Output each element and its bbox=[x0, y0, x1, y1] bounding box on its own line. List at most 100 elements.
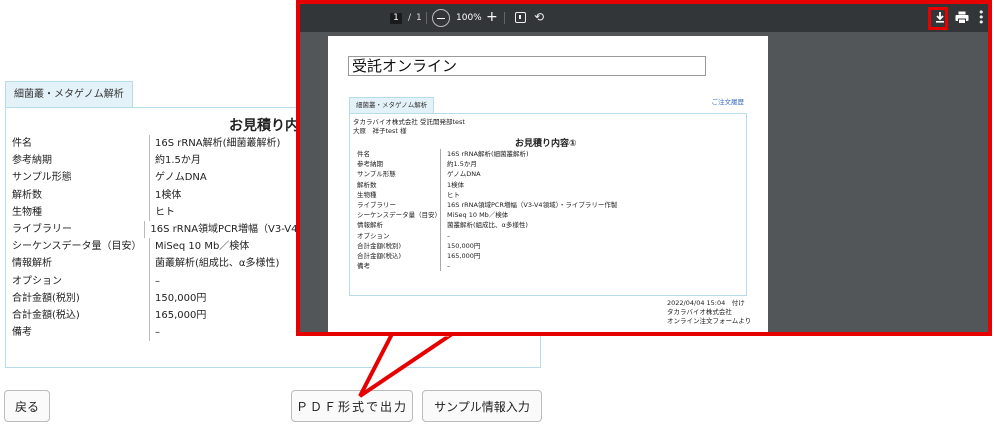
row-label: 合計金額(税込) bbox=[12, 306, 150, 325]
row-value: 150,000円 bbox=[155, 292, 207, 304]
row-label: オプション bbox=[357, 230, 441, 241]
row-value: 16S rRNA領域PCR増幅（V3-V4領 bbox=[150, 223, 302, 235]
row-value: 1検体 bbox=[447, 180, 465, 189]
pdf-toolbar: 1 / 1 100% + ⟲ • • • bbox=[300, 4, 988, 32]
table-row: 合計金額(税込) 165,000円 bbox=[12, 306, 302, 325]
row-label: 件名 bbox=[12, 135, 150, 153]
print-icon[interactable] bbox=[955, 11, 969, 24]
row-label: 合計金額(税別) bbox=[12, 289, 150, 307]
row-value: – bbox=[155, 275, 160, 287]
pdf-page: 受託オンライン ご注文履歴 細菌叢・メタゲノム解析 タカラバイオ株式会社 受託開… bbox=[328, 36, 768, 332]
table-row: シーケンスデータ量（目安） MiSeq 10 Mb／検体 bbox=[357, 210, 727, 221]
table-row: ライブラリー 16S rRNA領域PCR増幅（V3-V4領 bbox=[12, 220, 302, 239]
quote-table: 件名 16S rRNA解析(細菌叢解析) 参考納期 約1.5か月 サンプル形態 ゲノムDN… bbox=[12, 135, 302, 342]
doc-person: 大原 祥子test 様 bbox=[353, 127, 407, 135]
row-value: 1検体 bbox=[155, 189, 182, 201]
doc-quote-table: 件名 16S rRNA解析(細菌叢解析) 参考納期 約1.5か月 サンプル形態 ゲノムDN… bbox=[357, 149, 727, 272]
table-row: 情報解析 菌叢解析(組成比、α多様性) bbox=[12, 255, 302, 273]
toolbar-divider bbox=[504, 12, 505, 24]
tab-metagenome[interactable]: 細菌叢・メタゲノム解析 bbox=[5, 81, 133, 107]
row-label: 件名 bbox=[357, 149, 441, 160]
row-value: 16S rRNA領域PCR増幅（V3-V4領域）・ライブラリー作製 bbox=[447, 200, 618, 209]
fit-page-icon[interactable] bbox=[515, 12, 526, 23]
order-history-link[interactable]: ご注文履歴 bbox=[712, 96, 745, 106]
table-row: 備考 – bbox=[357, 261, 727, 272]
table-row: サンプル形態 ゲノムDNA bbox=[357, 169, 727, 180]
row-value: – bbox=[447, 262, 451, 271]
table-row: 生物種 ヒト bbox=[12, 203, 302, 221]
toolbar-divider bbox=[426, 12, 427, 24]
table-row: サンプル形態 ゲノムDNA bbox=[12, 169, 302, 187]
row-label: 備考 bbox=[12, 324, 150, 342]
row-label: 合計金額(税込) bbox=[357, 250, 441, 262]
row-value: 約1.5か月 bbox=[155, 155, 201, 167]
download-highlight bbox=[928, 7, 948, 30]
doc-title: 受託オンライン bbox=[348, 56, 706, 76]
back-button[interactable]: 戻る bbox=[4, 390, 50, 422]
row-value: 16S rRNA解析(細菌叢解析) bbox=[155, 138, 281, 149]
row-value: ゲノムDNA bbox=[155, 172, 207, 184]
row-label: 参考納期 bbox=[12, 152, 150, 170]
row-label: 解析数 bbox=[357, 179, 441, 190]
row-value: 菌叢解析(組成比、α多様性) bbox=[155, 258, 280, 270]
row-value: ヒト bbox=[447, 190, 460, 199]
zoom-in-icon[interactable]: + bbox=[486, 10, 498, 24]
row-label: ライブラリー bbox=[357, 199, 441, 211]
table-row: ライブラリー 16S rRNA領域PCR増幅（V3-V4領域）・ライブラリー作製 bbox=[357, 199, 727, 211]
zoom-level[interactable]: 100% bbox=[456, 13, 482, 23]
row-value: 150,000円 bbox=[447, 241, 481, 250]
row-label: 情報解析 bbox=[357, 220, 441, 231]
row-label: 備考 bbox=[357, 261, 441, 272]
table-row: 件名 16S rRNA解析(細菌叢解析) bbox=[12, 135, 302, 153]
table-row: 合計金額(税込) 165,000円 bbox=[357, 250, 727, 262]
page-total: 1 bbox=[416, 13, 422, 23]
table-row: 参考納期 約1.5か月 bbox=[357, 159, 727, 170]
row-label: シーケンスデータ量（目安） bbox=[357, 210, 442, 221]
table-row: 解析数 1検体 bbox=[12, 186, 302, 204]
page-separator: / bbox=[408, 13, 412, 23]
table-row: シーケンスデータ量（目安） MiSeq 10 Mb／検体 bbox=[12, 238, 302, 256]
row-value: 16S rRNA解析(細菌叢解析) bbox=[447, 150, 529, 158]
row-label: 生物種 bbox=[357, 189, 441, 200]
row-label: 生物種 bbox=[12, 203, 150, 221]
row-value: MiSeq 10 Mb／検体 bbox=[155, 241, 250, 253]
row-value: ゲノムDNA bbox=[447, 170, 481, 179]
table-row: 生物種 ヒト bbox=[357, 189, 727, 200]
page-number-input[interactable]: 1 bbox=[390, 13, 402, 24]
table-row: 備考 – bbox=[12, 324, 302, 342]
row-value: 165,000円 bbox=[447, 251, 481, 260]
doc-tab: 細菌叢・メタゲノム解析 bbox=[349, 97, 435, 113]
table-row: 合計金額(税別) 150,000円 bbox=[357, 240, 727, 251]
row-value: – bbox=[155, 327, 160, 339]
table-row: 合計金額(税別) 150,000円 bbox=[12, 289, 302, 307]
doc-heading: お見積り内容① bbox=[515, 139, 577, 149]
table-row: オプション – bbox=[12, 272, 302, 290]
row-label: 参考納期 bbox=[357, 159, 441, 170]
row-value: 約1.5か月 bbox=[447, 160, 477, 169]
rotate-icon[interactable]: ⟲ bbox=[534, 10, 544, 24]
row-value: ヒト bbox=[155, 206, 175, 218]
row-value: 165,000円 bbox=[155, 309, 207, 321]
quote-heading: お見積り内 bbox=[229, 118, 299, 134]
row-label: サンプル形態 bbox=[357, 169, 441, 180]
row-label: オプション bbox=[12, 272, 150, 290]
row-label: シーケンスデータ量（目安） bbox=[12, 238, 150, 256]
row-value: MiSeq 10 Mb／検体 bbox=[447, 211, 509, 220]
more-icon[interactable]: • • • bbox=[978, 7, 985, 28]
row-label: サンプル形態 bbox=[12, 169, 150, 187]
row-value: 菌叢解析(組成比、α多様性) bbox=[447, 221, 528, 230]
table-row: 解析数 1検体 bbox=[357, 179, 727, 190]
row-label: 合計金額(税別) bbox=[357, 240, 441, 251]
table-row: 件名 16S rRNA解析(細菌叢解析) bbox=[357, 149, 727, 160]
row-label: ライブラリー bbox=[12, 220, 146, 239]
table-row: 情報解析 菌叢解析(組成比、α多様性) bbox=[357, 220, 727, 231]
sample-info-button[interactable]: サンプル情報入力 bbox=[422, 390, 542, 422]
pdf-viewer: 1 / 1 100% + ⟲ • • • 受託オンライン ご注文履歴 細菌叢・メタゲ… bbox=[300, 4, 988, 332]
doc-footer: 2022/04/04 15:04 付け タカラバイオ株式会社 オンライン注文フォ… bbox=[667, 299, 751, 326]
zoom-out-icon[interactable] bbox=[432, 9, 450, 27]
doc-footer-source: オンライン注文フォームより bbox=[667, 317, 752, 325]
table-row: オプション – bbox=[357, 230, 727, 241]
pdf-export-button[interactable]: ＰＤＦ形式で出力 bbox=[291, 390, 413, 422]
row-label: 解析数 bbox=[12, 186, 150, 204]
doc-date: 2022/04/04 15:04 付け bbox=[667, 299, 745, 307]
